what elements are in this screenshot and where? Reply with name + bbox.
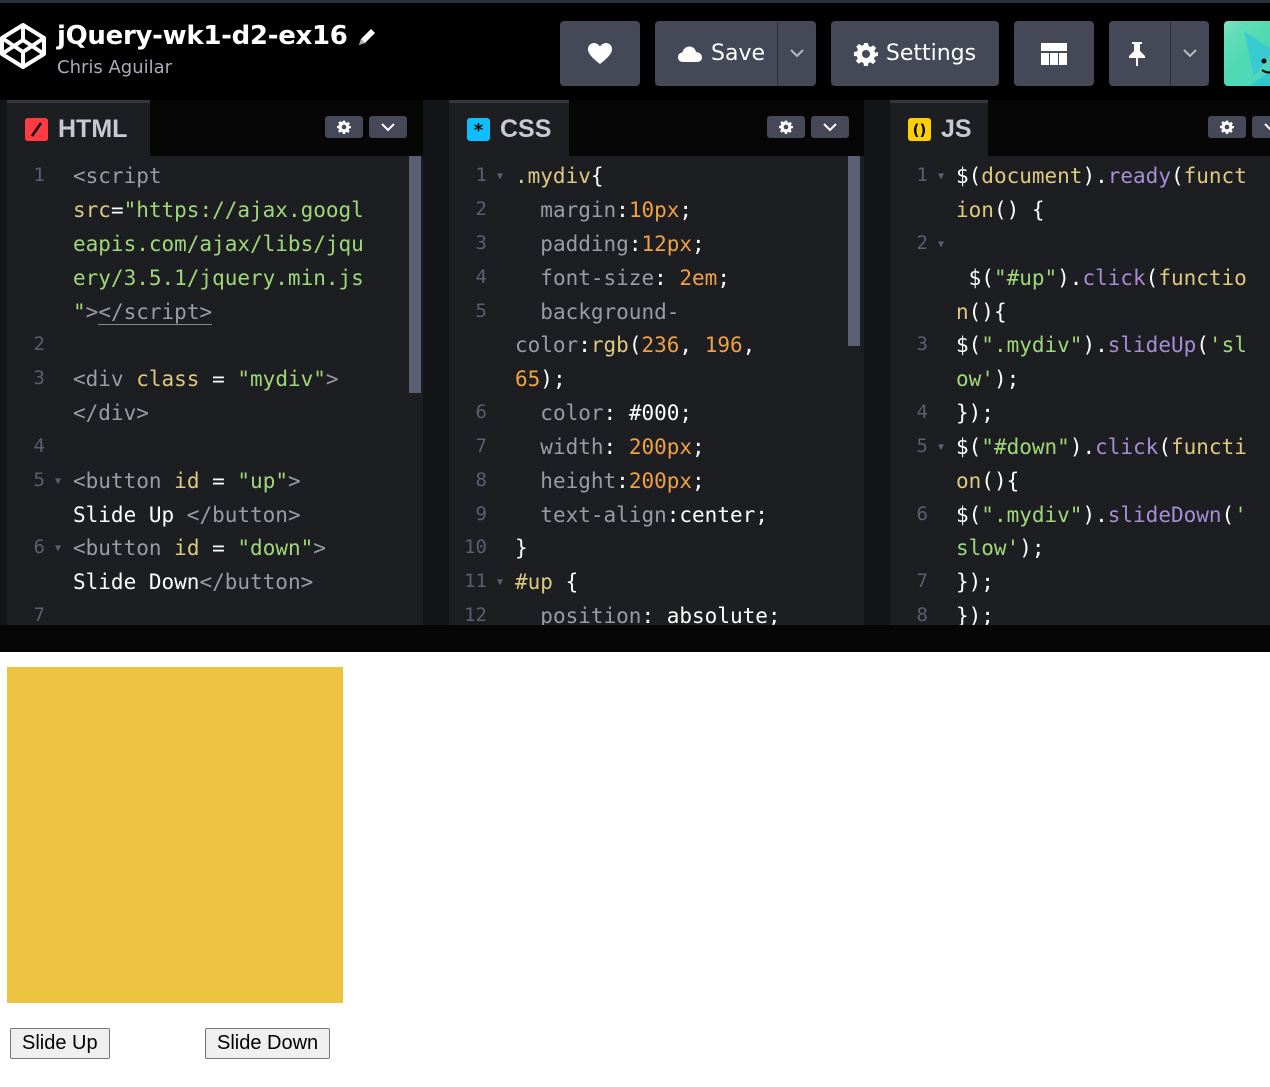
html-editor-tools [325,116,407,138]
gear-icon [337,120,351,134]
gear-icon [1220,120,1234,134]
svg-text:(): () [913,121,927,139]
settings-button[interactable]: Settings [831,21,999,86]
gear-icon [853,42,878,66]
css-icon: * [467,118,490,141]
heart-icon [588,42,612,64]
css-editor-panel: * CSS 1 ▼ .mydiv{ 2 margin:10px; 3 padding… [449,100,864,625]
html-collapse-button[interactable] [369,116,407,138]
settings-label: Settings [885,41,977,66]
css-scrollbar[interactable] [848,156,860,346]
js-icon: () [908,118,931,141]
cloud-icon [678,46,702,62]
editor-area: HTML 1 <script src="https://ajax.googl ea… [0,100,1270,625]
author-name[interactable]: Chris Aguilar [57,57,378,78]
resize-bar[interactable] [0,625,1270,652]
html-icon [25,118,48,141]
chevron-down-icon [381,122,395,131]
css-code[interactable]: 1 ▼ .mydiv{ 2 margin:10px; 3 padding:12px;… [449,156,864,625]
chevron-down-icon [790,49,804,58]
preview-pane: Slide Up Slide Down [0,652,1270,1087]
tab-label: HTML [58,115,128,143]
chevron-down-icon [1264,122,1270,130]
slide-down-button[interactable]: Slide Down [205,1028,331,1059]
avatar[interactable] [1224,21,1270,86]
css-editor-tools [767,116,849,138]
pin-icon [1129,41,1145,66]
tab-js[interactable]: () JS [890,100,988,156]
css-settings-button[interactable] [767,116,805,138]
pen-title-block: jQuery-wk1-d2-ex16 Chris Aguilar [57,21,378,78]
js-settings-button[interactable] [1208,116,1246,138]
js-tab-bar: () JS [890,100,1270,156]
html-code[interactable]: 1 <script src="https://ajax.googl eapis.c… [7,156,423,625]
save-button[interactable]: Save [655,21,816,86]
css-collapse-button[interactable] [811,116,849,138]
love-button[interactable] [560,21,640,86]
mydiv-box [7,667,343,1003]
svg-text:*: * [474,120,484,141]
js-editor-panel: () JS 1 ▼ $(document).ready(funct ion() { … [890,100,1270,625]
js-editor-tools [1208,116,1270,138]
css-tab-bar: * CSS [449,100,864,156]
pencil-icon[interactable] [356,25,378,47]
tab-html[interactable]: HTML [7,100,150,156]
tab-css[interactable]: * CSS [449,100,569,156]
slide-up-button[interactable]: Slide Up [10,1028,110,1059]
html-settings-button[interactable] [325,116,363,138]
chevron-down-icon [1183,49,1197,58]
html-editor-panel: HTML 1 <script src="https://ajax.googl ea… [7,100,423,625]
save-label: Save [711,41,766,66]
gear-icon [779,120,793,134]
js-collapse-button[interactable] [1252,116,1270,138]
pin-button[interactable] [1109,21,1209,86]
codepen-logo-icon[interactable] [0,21,46,71]
html-scrollbar[interactable] [409,156,421,393]
layout-icon [1041,42,1067,65]
pen-title-text[interactable]: jQuery-wk1-d2-ex16 [57,21,348,51]
save-options-button[interactable] [778,21,816,86]
js-code[interactable]: 1 ▼ $(document).ready(funct ion() { 2 ▼ $("… [890,156,1270,625]
pin-options-button[interactable] [1171,21,1209,86]
chevron-down-icon [823,122,837,131]
editor-header: jQuery-wk1-d2-ex16 Chris Aguilar Save Se… [0,0,1270,100]
tab-label: CSS [500,115,552,143]
pen-title[interactable]: jQuery-wk1-d2-ex16 [57,21,378,51]
tab-label: JS [941,115,972,143]
html-tab-bar: HTML [7,100,423,156]
change-view-button[interactable] [1014,21,1094,86]
